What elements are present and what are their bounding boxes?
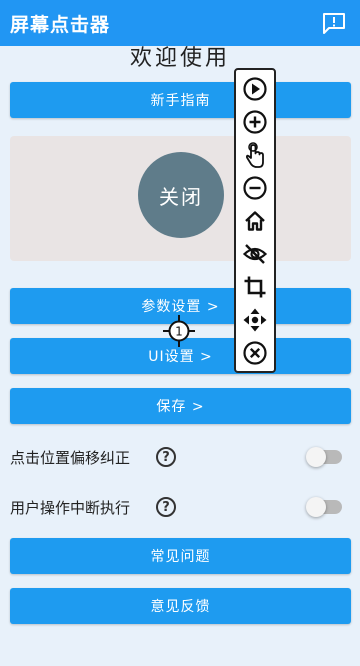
hide-eye-icon[interactable] [240,239,270,269]
close-icon[interactable] [240,338,270,368]
app-bar: 屏幕点击器 [0,0,360,46]
guide-button[interactable]: 新手指南 [10,82,351,118]
remove-icon[interactable] [240,173,270,203]
floating-toolbar [234,68,276,373]
user-interrupt-toggle[interactable] [306,497,342,517]
feedback-button[interactable]: 意见反馈 [10,588,351,624]
option-label: 用户操作中断执行 [10,498,131,517]
option-row-user-interrupt: 用户操作中断执行 ? [0,489,360,525]
toggle-knob [306,497,326,517]
crop-icon[interactable] [240,272,270,302]
toggle-knob [306,447,326,467]
app-title: 屏幕点击器 [10,13,111,36]
toggle-circle-button[interactable]: 关闭 [138,152,224,238]
control-panel: 关闭 [10,136,351,261]
welcome-heading: 欢迎使用 [129,46,230,71]
target-number: 1 [175,325,183,339]
play-icon[interactable] [240,74,270,104]
option-row-offset-correction: 点击位置偏移纠正 ? [0,439,360,475]
save-button[interactable]: 保存 > [10,388,351,424]
faq-button[interactable]: 常见问题 [10,538,351,574]
offset-correction-toggle[interactable] [306,447,342,467]
option-label: 点击位置偏移纠正 [10,448,131,467]
help-icon[interactable]: ? [156,447,176,467]
move-icon[interactable] [240,305,270,335]
click-target-marker[interactable]: 1 [162,314,196,348]
main-content: 欢迎使用 新手指南 关闭 参数设置 > UI设置 > 保存 > 点击位置偏移纠正… [0,46,360,666]
feedback-icon[interactable] [322,12,346,34]
home-icon[interactable] [240,206,270,236]
help-icon[interactable]: ? [156,497,176,517]
add-icon[interactable] [240,107,270,137]
tap-hand-icon[interactable] [240,140,270,170]
